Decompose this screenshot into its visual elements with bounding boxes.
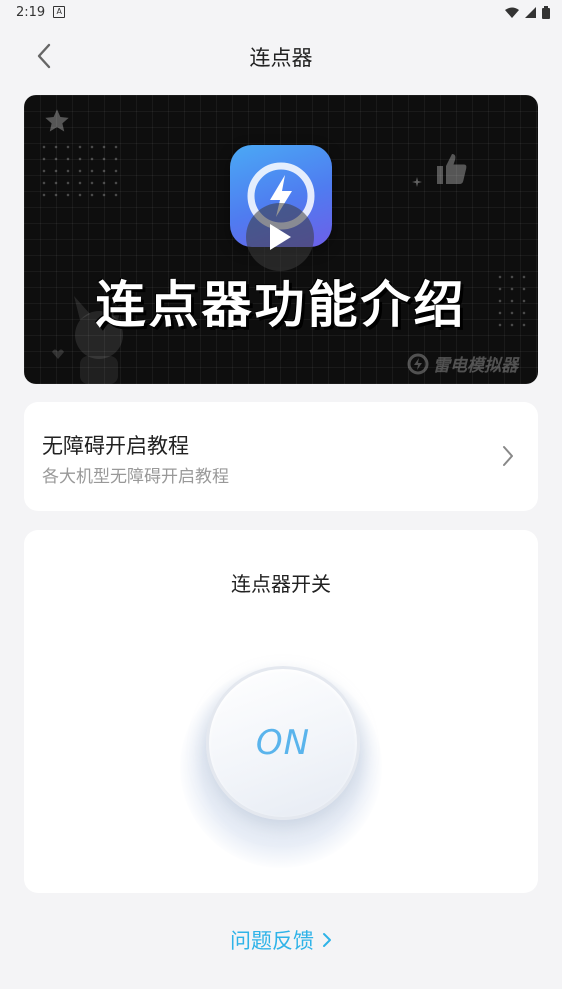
status-bar: 2:19 A bbox=[0, 0, 562, 24]
cellular-icon bbox=[525, 6, 536, 18]
sparkle-icon bbox=[412, 177, 422, 187]
tutorial-title: 无障碍开启教程 bbox=[42, 434, 189, 458]
star-icon bbox=[45, 109, 69, 132]
chevron-right-icon bbox=[503, 446, 513, 466]
play-button[interactable] bbox=[246, 203, 314, 271]
notification-icon: A bbox=[53, 6, 66, 18]
accessibility-tutorial-card[interactable]: 无障碍开启教程 各大机型无障碍开启教程 bbox=[24, 402, 538, 511]
brand-logo-icon bbox=[407, 353, 429, 374]
clicker-switch-card: 连点器开关 ON bbox=[24, 530, 538, 893]
brand-watermark: 雷电模拟器 bbox=[407, 351, 518, 376]
feedback-label: 问题反馈 bbox=[230, 929, 314, 953]
chevron-right-icon bbox=[323, 933, 331, 947]
battery-icon bbox=[542, 5, 550, 19]
play-icon bbox=[270, 224, 291, 250]
toggle-label: ON bbox=[255, 723, 311, 763]
intro-video[interactable]: 连点器功能介绍 雷电模拟器 bbox=[24, 95, 538, 384]
switch-title: 连点器开关 bbox=[231, 572, 331, 596]
thumbs-up-icon bbox=[437, 154, 467, 184]
status-time: 2:19 bbox=[16, 4, 46, 20]
video-title-overlay: 连点器功能介绍 bbox=[95, 276, 467, 334]
wifi-icon bbox=[505, 7, 519, 18]
decorative-dots bbox=[38, 141, 118, 205]
tutorial-subtitle: 各大机型无障碍开启教程 bbox=[42, 467, 229, 487]
navigation-bar: 连点器 bbox=[0, 32, 562, 80]
power-toggle-button[interactable]: ON bbox=[206, 666, 360, 820]
brand-name: 雷电模拟器 bbox=[433, 356, 518, 376]
feedback-link[interactable]: 问题反馈 bbox=[0, 925, 562, 955]
page-title: 连点器 bbox=[249, 46, 313, 70]
